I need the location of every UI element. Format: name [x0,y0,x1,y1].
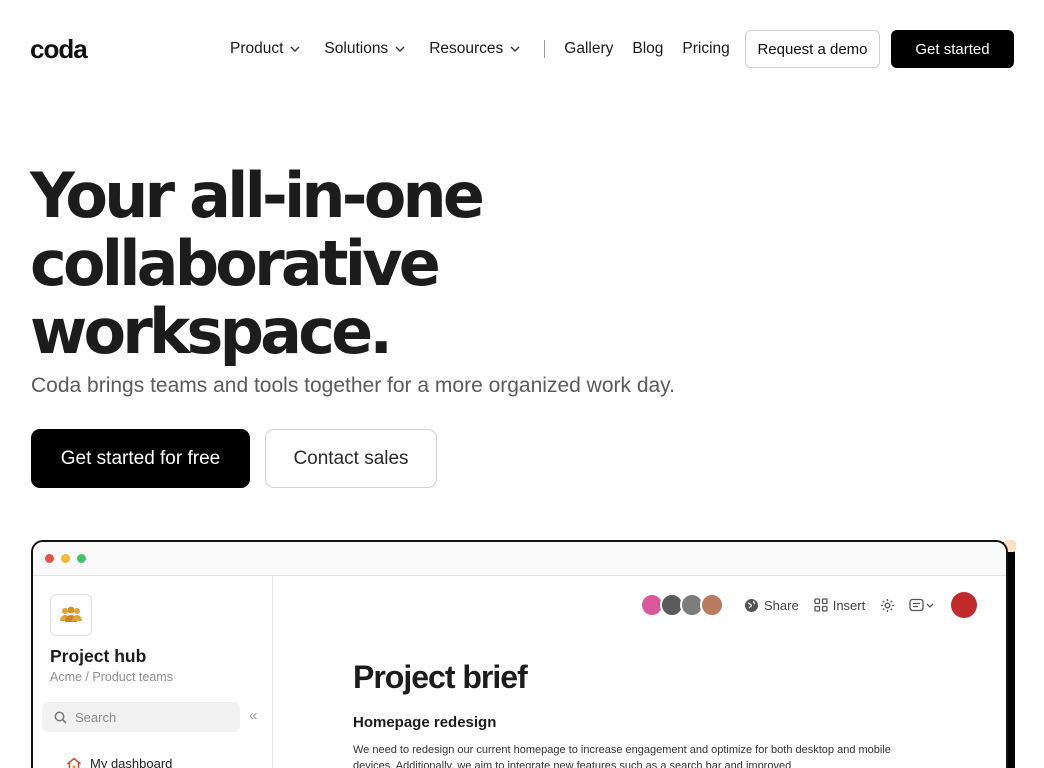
app-preview-window: Project hub Acme / Product teams « My da… [31,540,1008,768]
get-started-button[interactable]: Get started [891,30,1014,68]
nav-solutions-label: Solutions [324,40,389,57]
collapse-sidebar-icon[interactable]: « [249,707,257,724]
home-icon [66,757,82,768]
nav-divider [544,40,546,58]
sidebar-item-label: My dashboard [90,756,173,768]
window-maximize-dot [77,554,86,563]
doc-title: Project brief [353,659,528,695]
hero-title-line: Your all-in-one [30,159,485,232]
avatar [700,593,724,617]
team-icon [50,594,92,636]
doc-heading: Homepage redesign [353,714,497,731]
collaborator-avatars[interactable] [640,593,724,617]
nav-resources-label: Resources [429,40,504,57]
sidebar-search[interactable] [42,702,240,732]
user-avatar[interactable] [951,592,978,618]
nav-solutions[interactable]: Solutions [324,40,405,58]
nav-blog[interactable]: Blog [632,40,663,58]
nav-product[interactable]: Product [230,40,300,58]
nav-gallery[interactable]: Gallery [564,40,613,58]
chevron-down-icon [395,46,405,52]
top-nav: coda Product Solutions Resources Gallery… [0,0,1044,98]
request-demo-button[interactable]: Request a demo [745,30,880,68]
chevron-down-icon [290,46,300,52]
gear-icon[interactable] [880,598,895,613]
nav-pricing[interactable]: Pricing [682,40,729,58]
contact-sales-button[interactable]: Contact sales [265,429,437,488]
hub-title: Project hub [50,646,147,666]
sidebar-search-input[interactable] [75,709,225,725]
comment-dropdown-icon[interactable] [909,598,935,613]
insert-label: Insert [832,597,866,613]
nav-resources[interactable]: Resources [429,40,520,58]
nav-product-label: Product [230,40,284,57]
grid-icon [814,598,833,612]
share-label: Share [764,597,799,613]
hero-title-line: collaborative [30,227,441,300]
doc-toolbar: Share Insert [640,592,978,618]
search-icon [54,711,67,724]
window-close-dot [45,554,54,563]
hero-subtitle: Coda brings teams and tools together for… [31,374,675,397]
nav-links: Product Solutions Resources Gallery Blog… [230,30,749,68]
doc-paragraph: We need to redesign our current homepage… [353,744,891,768]
share-button[interactable]: Share [744,598,799,613]
window-minimize-dot [61,554,70,563]
hero-title-line: workspace. [30,295,393,368]
doc-sidebar: Project hub Acme / Product teams « My da… [33,576,273,768]
chevron-down-icon [510,46,520,52]
insert-button[interactable]: Insert [814,597,866,613]
globe-icon [744,598,764,613]
hub-breadcrumb[interactable]: Acme / Product teams [50,670,173,684]
get-started-free-button[interactable]: Get started for free [31,429,250,488]
sidebar-item-my-dashboard[interactable]: My dashboard [66,756,172,768]
window-titlebar [33,542,1006,576]
coda-logo[interactable]: coda [30,34,88,65]
hero-title: Your all-in-one collaborative workspace. [30,162,590,366]
